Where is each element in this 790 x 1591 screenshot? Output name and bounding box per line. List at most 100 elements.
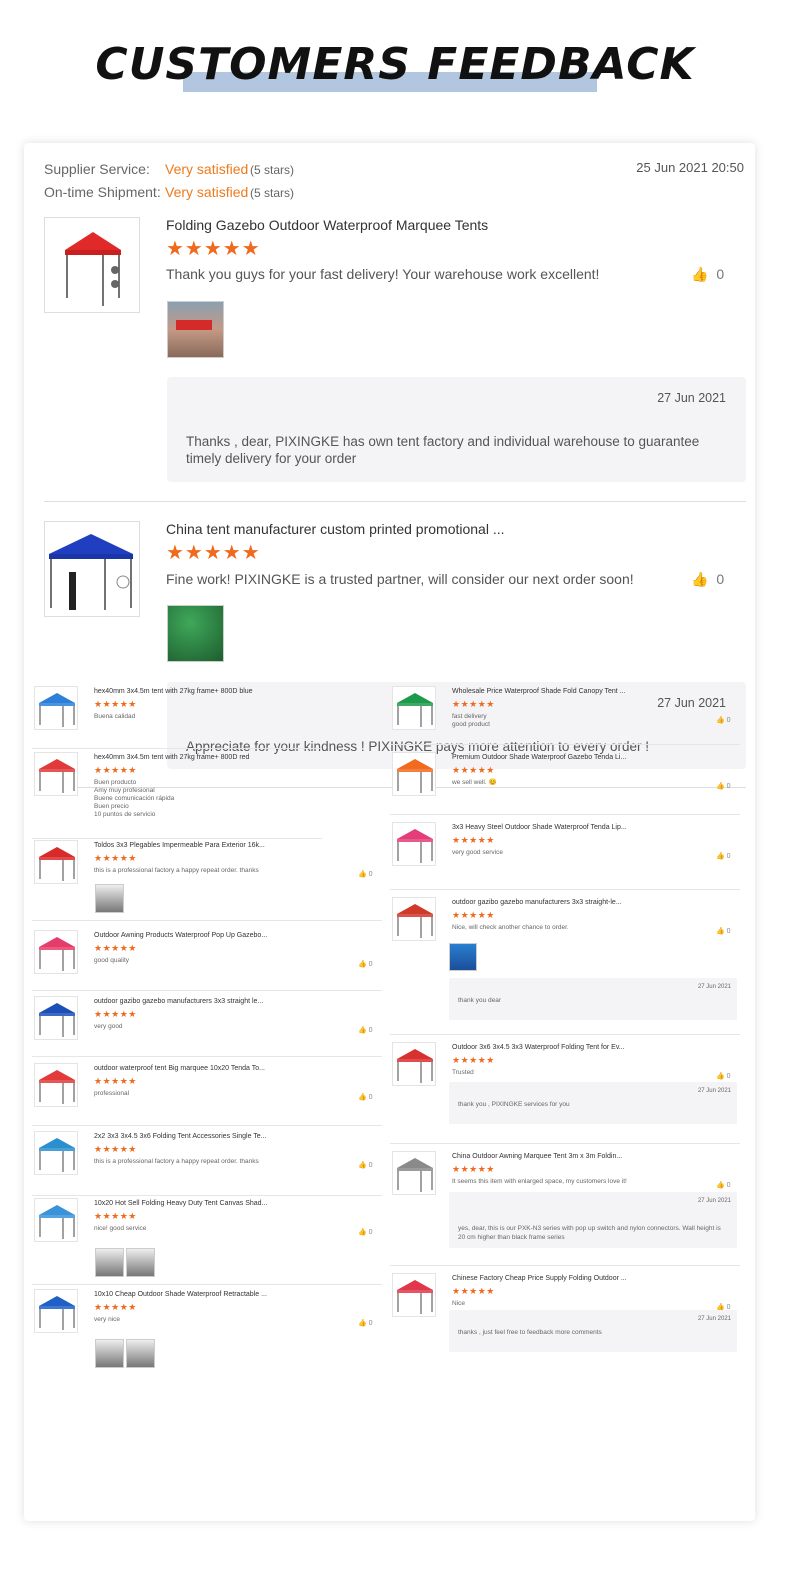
reply-date: 27 Jun 2021: [657, 391, 726, 405]
reply-text: thank you dear: [458, 997, 502, 1004]
review-photo[interactable]: [167, 605, 224, 662]
thumbs-up-icon: 👍: [691, 266, 709, 282]
product-thumbnail[interactable]: [392, 686, 436, 730]
like-count: 0: [726, 1182, 731, 1189]
page-title: CUSTOMERS FEEDBACK: [95, 39, 695, 90]
like-count: 0: [716, 571, 725, 587]
star-rating: ★★★★★: [94, 1144, 137, 1154]
like-button[interactable]: 👍 0: [716, 927, 731, 935]
review-text: good quality: [94, 957, 130, 964]
review-product-title[interactable]: hex40mm 3x4.5m tent with 27kg frame+ 800…: [94, 688, 253, 695]
star-rating: ★★★★★: [452, 1164, 495, 1174]
product-thumbnail[interactable]: [392, 1273, 436, 1317]
product-thumbnail[interactable]: [44, 217, 140, 313]
thumbs-up-icon: 👍: [716, 928, 725, 935]
product-thumbnail[interactable]: [34, 996, 78, 1040]
product-thumbnail[interactable]: [392, 752, 436, 796]
review-product-title[interactable]: China tent manufacturer custom printed p…: [166, 521, 505, 537]
seller-reply: 27 Jun 2021 yes, dear, this is our PXK-N3…: [449, 1192, 737, 1248]
review-product-title[interactable]: Toldos 3x3 Plegables Impermeable Para Ex…: [94, 842, 265, 849]
review-product-title[interactable]: outdoor gazibo gazebo manufacturers 3x3 …: [94, 998, 263, 1005]
review-photo[interactable]: [167, 301, 224, 358]
review-text: Trusted: [452, 1069, 474, 1076]
like-button[interactable]: 👍 0: [358, 1026, 373, 1034]
like-count: 0: [726, 783, 731, 790]
review-product-title[interactable]: 10x20 Hot Sell Folding Heavy Duty Tent C…: [94, 1200, 267, 1207]
review-product-title[interactable]: Chinese Factory Cheap Price Supply Foldi…: [452, 1275, 627, 1282]
star-rating: ★★★★★: [452, 910, 495, 920]
thumbs-up-icon: 👍: [716, 717, 725, 724]
review-product-title[interactable]: Premium Outdoor Shade Waterproof Gazebo …: [452, 754, 626, 761]
review-text: Nice, will check another chance to order…: [452, 924, 569, 931]
review-product-title[interactable]: Folding Gazebo Outdoor Waterproof Marque…: [166, 217, 488, 233]
review-photo[interactable]: [95, 884, 124, 913]
product-thumbnail[interactable]: [392, 1042, 436, 1086]
like-button[interactable]: 👍 0: [358, 1228, 373, 1236]
divider: [32, 1284, 382, 1285]
product-thumbnail[interactable]: [34, 686, 78, 730]
review-photo[interactable]: [449, 943, 477, 971]
product-thumbnail[interactable]: [392, 1151, 436, 1195]
like-count: 0: [368, 1229, 373, 1236]
review-text: It seems this item with enlarged space, …: [452, 1178, 627, 1185]
product-thumbnail[interactable]: [34, 752, 78, 796]
product-thumbnail[interactable]: [392, 897, 436, 941]
review-photo[interactable]: [95, 1339, 124, 1368]
review-product-title[interactable]: Outdoor Awning Products Waterproof Pop U…: [94, 932, 267, 939]
star-rating: ★★★★★: [94, 1211, 137, 1221]
like-count: 0: [368, 1027, 373, 1034]
review-text: Fine work! PIXINGKE is a trusted partner…: [166, 571, 634, 587]
review-product-title[interactable]: 3x3 Heavy Steel Outdoor Shade Waterproof…: [452, 824, 627, 831]
reply-text: yes, dear, this is our PXK-N3 series wit…: [458, 1225, 721, 1241]
review-product-title[interactable]: 2x2 3x3 3x4.5 3x6 Folding Tent Accessori…: [94, 1133, 267, 1140]
divider: [32, 1056, 382, 1057]
review-text: Buena calidad: [94, 713, 136, 720]
review-product-title[interactable]: 10x10 Cheap Outdoor Shade Waterproof Ret…: [94, 1291, 267, 1298]
like-button[interactable]: 👍 0: [716, 1072, 731, 1080]
review-text: this is a professional factory a happy r…: [94, 867, 259, 874]
seller-reply: 27 Jun 2021 thank you dear: [449, 978, 737, 1020]
product-thumbnail[interactable]: [34, 1063, 78, 1107]
like-button[interactable]: 👍 0: [691, 571, 724, 588]
review-product-title[interactable]: Outdoor 3x6 3x4.5 3x3 Waterproof Folding…: [452, 1044, 625, 1051]
divider: [32, 990, 382, 991]
review-product-title[interactable]: Wholesale Price Waterproof Shade Fold Ca…: [452, 688, 626, 695]
divider: [390, 1034, 740, 1035]
like-count: 0: [726, 853, 731, 860]
review-text: fast delivery good product: [452, 713, 490, 728]
review-photo[interactable]: [95, 1248, 124, 1277]
like-count: 0: [726, 717, 731, 724]
review-product-title[interactable]: outdoor waterproof tent Big marquee 10x2…: [94, 1065, 265, 1072]
product-thumbnail[interactable]: [44, 521, 140, 617]
product-thumbnail[interactable]: [392, 822, 436, 866]
review-photo[interactable]: [126, 1339, 155, 1368]
star-rating: ★★★★★: [452, 1055, 495, 1065]
product-thumbnail[interactable]: [34, 1131, 78, 1175]
like-button[interactable]: 👍 0: [716, 782, 731, 790]
like-button[interactable]: 👍 0: [358, 870, 373, 878]
like-button[interactable]: 👍 0: [716, 716, 731, 724]
shipment-stars: (5 stars): [250, 186, 295, 200]
star-rating: ★★★★★: [166, 238, 261, 260]
like-button[interactable]: 👍 0: [358, 1161, 373, 1169]
review-text: very good: [94, 1023, 123, 1030]
like-button[interactable]: 👍 0: [691, 266, 724, 283]
review-product-title[interactable]: China Outdoor Awning Marquee Tent 3m x 3…: [452, 1153, 622, 1160]
review-product-title[interactable]: hex40mm 3x4.5m tent with 27kg frame+ 800…: [94, 754, 249, 761]
review-photo[interactable]: [126, 1248, 155, 1277]
product-thumbnail[interactable]: [34, 930, 78, 974]
like-button[interactable]: 👍 0: [716, 1181, 731, 1189]
like-button[interactable]: 👍 0: [358, 1093, 373, 1101]
like-count: 0: [368, 961, 373, 968]
like-button[interactable]: 👍 0: [358, 960, 373, 968]
feedback-card: Supplier Service: Very satisfied (5 star…: [24, 143, 755, 1521]
like-button[interactable]: 👍 0: [358, 1319, 373, 1327]
like-button[interactable]: 👍 0: [716, 852, 731, 860]
reply-text: thank you , PIXINGKE services for you: [458, 1101, 570, 1108]
reply-date: 27 Jun 2021: [697, 1198, 731, 1204]
product-thumbnail[interactable]: [34, 840, 78, 884]
product-thumbnail[interactable]: [34, 1289, 78, 1333]
divider: [32, 748, 322, 749]
product-thumbnail[interactable]: [34, 1198, 78, 1242]
review-product-title[interactable]: outdoor gazibo gazebo manufacturers 3x3 …: [452, 899, 622, 906]
